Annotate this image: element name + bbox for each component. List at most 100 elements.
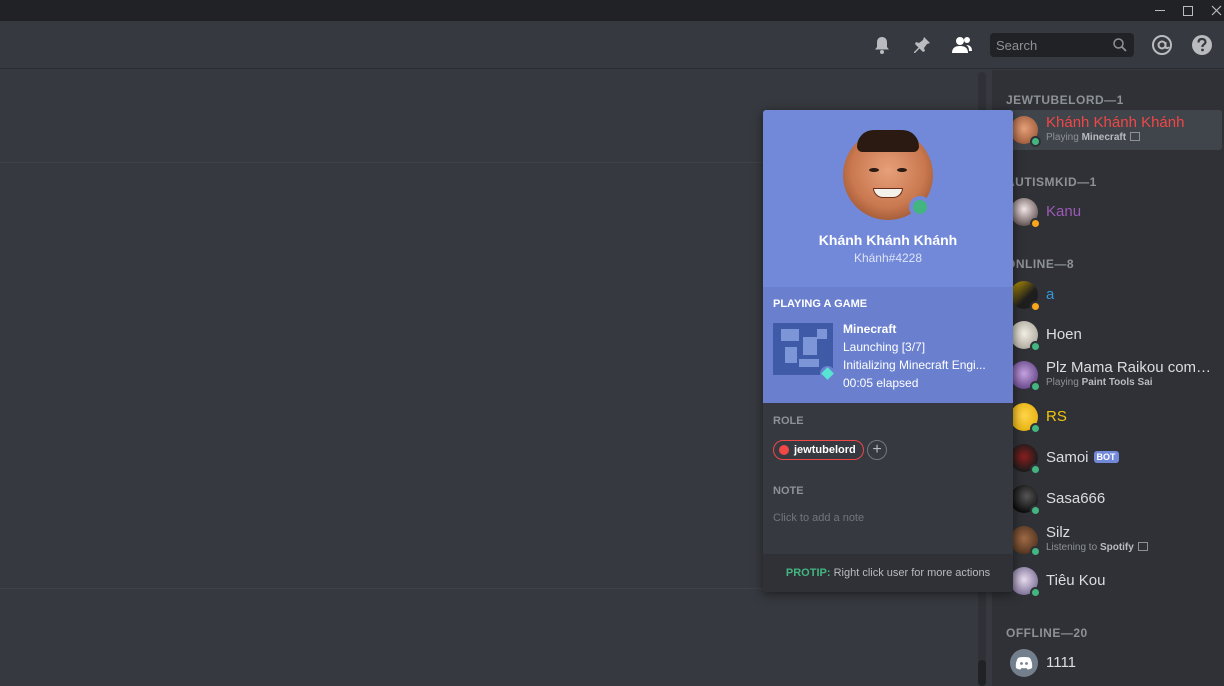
member-name: Kanu [1046,203,1082,220]
member-list: JEWTUBELORD—1 Khánh Khánh Khánh Playing … [992,70,1224,686]
avatar [1010,485,1041,516]
status-online-indicator [1030,381,1041,392]
member-activity: Playing Paint Tools Sai [1046,377,1153,388]
member-activity: Listening to Spotify [1046,542,1148,553]
status-online-indicator [1030,587,1041,598]
member-item[interactable]: Kanu [1000,192,1222,232]
protip-footer: PROTIP: Right click user for more action… [763,554,1013,592]
activity-name: Spotify [1099,542,1134,553]
member-group-header: ONLINE—8 [1006,257,1075,271]
bell-icon [875,37,889,54]
activity-section: PLAYING A GAME Minecraft Launching [3/7]… [763,287,1013,403]
minimize-button[interactable] [1146,0,1174,21]
member-item[interactable]: RS [1000,397,1222,437]
member-group-header: JEWTUBELORD—1 [1006,93,1124,107]
avatar [1010,116,1041,147]
chat-scrollbar-thumb[interactable] [978,660,986,686]
activity-elapsed: 00:05 elapsed [843,376,919,390]
avatar [1010,444,1041,475]
status-idle-indicator [1030,301,1041,312]
notification-bell-button[interactable] [870,33,894,57]
search-input[interactable] [990,33,1108,57]
member-item[interactable]: Hoen [1000,315,1222,355]
member-list-toggle[interactable] [950,33,974,57]
status-online-indicator [1030,505,1041,516]
mentions-button[interactable] [1150,33,1174,57]
member-item[interactable]: Silz Listening to Spotify [1000,520,1222,560]
bot-badge: BOT [1093,451,1119,463]
member-item[interactable]: Plz Mama Raikou come... Playing Paint To… [1000,355,1222,395]
member-group-header: OFFLINE—20 [1006,626,1088,640]
plus-icon: + [872,441,882,458]
channel-header [0,21,1224,69]
role-name: jewtubelord [794,444,856,456]
minecraft-diamond-icon [820,366,835,381]
avatar [1010,567,1041,598]
avatar [1010,526,1041,557]
member-activity: Playing Minecraft [1046,132,1141,143]
member-item[interactable]: Tiêu Kou [1000,561,1222,601]
member-name: 1111 [1046,654,1077,671]
role-pill[interactable]: jewtubelord [773,440,864,460]
profile-display-name: Khánh Khánh Khánh [818,232,958,248]
popout-header: Khánh Khánh Khánh Khánh#4228 [763,110,1013,287]
close-icon [1211,5,1221,16]
rich-presence-icon [1130,132,1141,141]
activity-name: Paint Tools Sai [1081,377,1153,388]
avatar [1010,321,1041,352]
avatar [1010,361,1041,392]
help-icon [1192,35,1212,55]
pin-icon [914,37,930,53]
avatar [1010,281,1041,312]
activity-state: Initializing Minecraft Engi... [843,358,986,372]
status-online-indicator [1030,546,1041,557]
protip-text: Right click user for more actions [833,567,991,579]
member-item[interactable]: a [1000,275,1222,315]
member-name: RS [1046,408,1067,425]
member-name: Plz Mama Raikou come... [1046,359,1216,376]
status-online-indicator [1030,136,1041,147]
members-icon [952,37,972,53]
activity-heading: PLAYING A GAME [773,298,868,310]
member-name: Tiêu Kou [1046,572,1106,589]
profile-tag: Khánh#4228 [853,251,923,265]
note-heading: NOTE [773,485,804,497]
role-heading: ROLE [773,415,804,427]
rich-presence-icon [1137,542,1148,551]
status-online-indicator [1030,464,1041,475]
member-group-header: AUTISMKID—1 [1006,175,1097,189]
member-item[interactable]: Sasa666 [1000,479,1222,519]
avatar [1010,403,1041,434]
member-name: a [1046,286,1055,303]
window-titlebar [0,0,1224,21]
pinned-messages-button[interactable] [910,33,934,57]
status-online-indicator [1030,423,1041,434]
activity-game-name: Minecraft [843,322,897,336]
note-input[interactable] [773,508,1003,528]
status-online-indicator [1030,341,1041,352]
status-online-indicator [909,196,931,218]
search-box[interactable] [990,33,1134,57]
help-button[interactable] [1190,33,1214,57]
add-role-button[interactable]: + [867,440,887,460]
member-item[interactable]: 1111 [1000,643,1222,683]
member-name: Silz [1046,524,1071,541]
member-name: Khánh Khánh Khánh [1046,114,1185,131]
activity-prefix: Playing [1046,377,1079,388]
member-name: Sasa666 [1046,490,1106,507]
protip-label: PROTIP: [785,567,831,579]
role-color-dot[interactable] [779,445,789,455]
avatar [1010,649,1038,677]
member-name-text: Samoi [1046,449,1089,466]
activity-name: Minecraft [1081,132,1127,143]
minimize-icon [1155,10,1165,11]
close-window-button[interactable] [1202,0,1224,21]
activity-details: Launching [3/7] [843,340,926,354]
activity-prefix: Playing [1046,132,1079,143]
search-icon [1113,38,1127,52]
member-item[interactable]: Samoi BOT [1000,438,1222,478]
member-item[interactable]: Khánh Khánh Khánh Playing Minecraft [1000,110,1222,150]
user-profile-popout: Khánh Khánh Khánh Khánh#4228 PLAYING A G… [763,110,1013,592]
maximize-icon [1183,5,1193,16]
maximize-button[interactable] [1174,0,1202,21]
